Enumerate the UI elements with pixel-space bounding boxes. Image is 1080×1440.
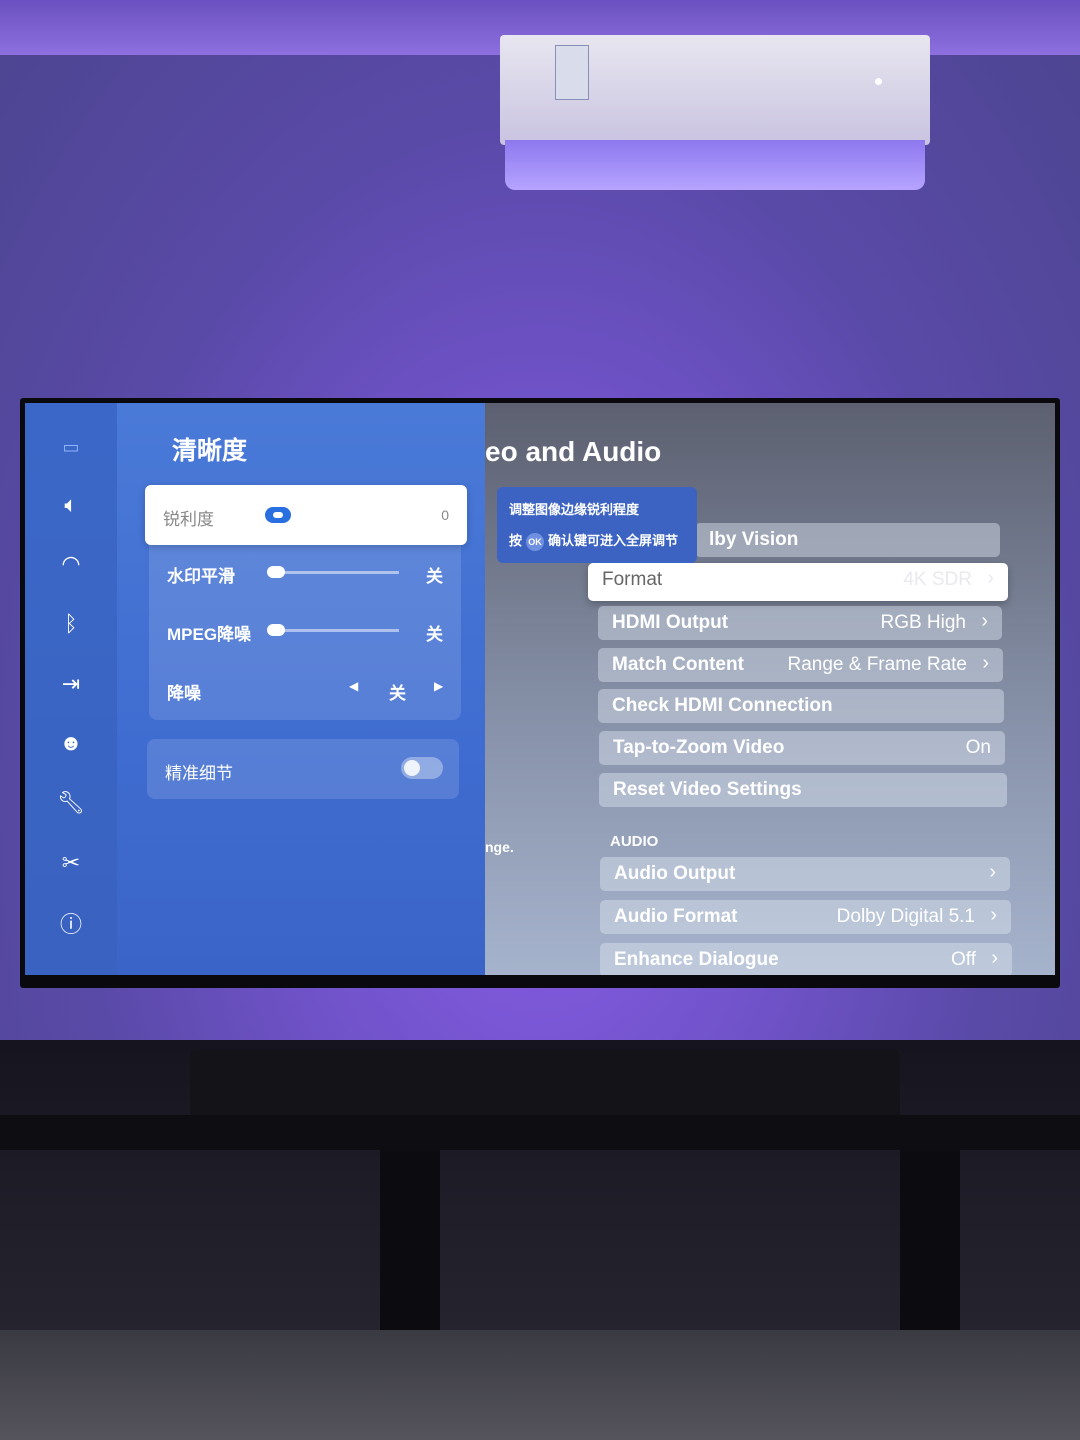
item-label: Check HDMI Connection <box>612 695 833 716</box>
air-conditioner-led <box>875 78 882 85</box>
row-label: 精准细节 <box>165 764 233 783</box>
item-label: Enhance Dialogue <box>614 949 779 970</box>
floor <box>0 1330 1080 1440</box>
section-header-audio: AUDIO <box>610 833 659 850</box>
item-label: Audio Output <box>614 863 736 884</box>
menu-item-enhance-dialogue[interactable]: Enhance Dialogue Off › <box>600 943 1012 975</box>
sound-icon[interactable]: 🔈︎ <box>57 491 85 519</box>
chevron-right-icon: › <box>989 861 996 883</box>
tooltip-suffix: 确认键可进入全屏调节 <box>548 533 679 548</box>
row-label: 水印平滑 <box>167 567 235 586</box>
ai-icon[interactable]: ☻ <box>57 729 85 757</box>
menu-item-format[interactable]: Format 4K SDR › <box>588 563 1008 601</box>
watermark-smoothing-slider[interactable] <box>267 566 399 578</box>
bluetooth-icon[interactable]: ᛒ <box>57 610 85 638</box>
tooltip: 调整图像边缘锐利程度 按 OK 确认键可进入全屏调节 <box>497 487 697 563</box>
noise-reduction-row[interactable]: 降噪 ◀ 关 ▶ <box>149 660 461 718</box>
precise-detail-toggle[interactable] <box>401 757 443 779</box>
air-conditioner-label <box>555 45 589 100</box>
description-fragment: nge. <box>485 839 514 855</box>
picture-icon[interactable]: ▭ <box>57 433 85 461</box>
soundbar <box>190 1050 900 1120</box>
item-value: Range & Frame Rate <box>787 654 967 675</box>
menu-item-audio-format[interactable]: Audio Format Dolby Digital 5.1 › <box>600 900 1011 934</box>
row-value: 关 <box>426 625 443 644</box>
chevron-right-icon: › <box>982 652 989 674</box>
chevron-right-icon: › <box>990 904 997 926</box>
page-title: eo and Audio <box>485 436 662 467</box>
mpeg-nr-slider[interactable] <box>267 624 399 636</box>
chevron-right-icon: › <box>987 567 994 589</box>
wifi-icon[interactable]: ◠ <box>57 550 85 578</box>
clarity-group: 水印平滑 关 MPEG降噪 关 降噪 ◀ 关 ▶ <box>149 515 461 720</box>
item-value: On <box>965 737 991 758</box>
menu-item-audio-output[interactable]: Audio Output › <box>600 857 1010 891</box>
item-label: Format <box>602 569 663 590</box>
chevron-right-icon: › <box>981 610 988 632</box>
arrow-left-icon[interactable]: ◀ <box>349 679 358 693</box>
air-conditioner-vent <box>505 140 925 190</box>
menu-item-tap-to-zoom[interactable]: Tap-to-Zoom Video On <box>599 731 1005 765</box>
item-value: RGB High <box>880 612 966 633</box>
sharpness-row[interactable]: 锐利度 0 <box>145 485 467 545</box>
chevron-right-icon: › <box>991 947 998 969</box>
menu-item-match-content[interactable]: Match Content Range & Frame Rate › <box>598 648 1003 682</box>
menu-item-check-hdmi[interactable]: Check HDMI Connection <box>598 689 1004 723</box>
menu-item-hdmi-output[interactable]: HDMI Output RGB High › <box>598 606 1002 640</box>
item-label: Reset Video Settings <box>613 779 802 800</box>
row-label: MPEG降噪 <box>167 625 252 644</box>
slider-knob[interactable] <box>267 624 285 636</box>
item-label: lby Vision <box>709 529 799 550</box>
item-value: Dolby Digital 5.1 <box>836 906 975 927</box>
item-label: Tap-to-Zoom Video <box>613 737 785 758</box>
row-label: 降噪 <box>167 684 201 703</box>
precise-detail-row[interactable]: 精准细节 <box>147 739 459 799</box>
settings-sidebar: ▭ 🔈︎ ◠ ᛒ ⇥ ☻ 🔧︎ ✂︎ ⓘ <box>25 403 117 975</box>
row-value: 0 <box>441 507 449 523</box>
tv-screen: eo and Audio nge. lby Vision Format 4K SD… <box>25 403 1055 975</box>
info-icon[interactable]: ⓘ <box>57 911 85 939</box>
tooltip-prefix: 按 <box>509 533 523 548</box>
row-value: 关 <box>389 684 406 703</box>
shelf <box>0 1115 1080 1150</box>
sharpness-slider-knob[interactable] <box>265 507 291 523</box>
mpeg-nr-row[interactable]: MPEG降噪 关 <box>149 601 461 659</box>
item-label: Audio Format <box>614 906 738 927</box>
input-source-icon[interactable]: ⇥ <box>57 670 85 698</box>
item-label: Match Content <box>612 654 744 675</box>
menu-item-reset-video[interactable]: Reset Video Settings <box>599 773 1007 807</box>
panel-title: 清晰度 <box>172 437 248 465</box>
slider-knob[interactable] <box>267 566 285 578</box>
clarity-panel: 清晰度 水印平滑 关 MPEG降噪 关 降噪 ◀ 关 ▶ 锐利度 0 精准细节 <box>117 403 485 975</box>
item-value: Off <box>951 949 976 970</box>
tooltip-line1: 调整图像边缘锐利程度 <box>509 502 640 517</box>
menu-item-dolby-vision[interactable]: lby Vision <box>695 523 1000 557</box>
watermark-smoothing-row[interactable]: 水印平滑 关 <box>149 543 461 601</box>
row-value: 关 <box>426 567 443 586</box>
item-value: 4K SDR <box>903 569 972 590</box>
row-label: 锐利度 <box>163 510 214 529</box>
arrow-right-icon[interactable]: ▶ <box>434 679 443 693</box>
ok-button-icon: OK <box>526 533 545 551</box>
tools-icon[interactable]: ✂︎ <box>57 849 85 877</box>
item-label: HDMI Output <box>612 612 729 633</box>
wrench-icon[interactable]: 🔧︎ <box>57 789 85 817</box>
